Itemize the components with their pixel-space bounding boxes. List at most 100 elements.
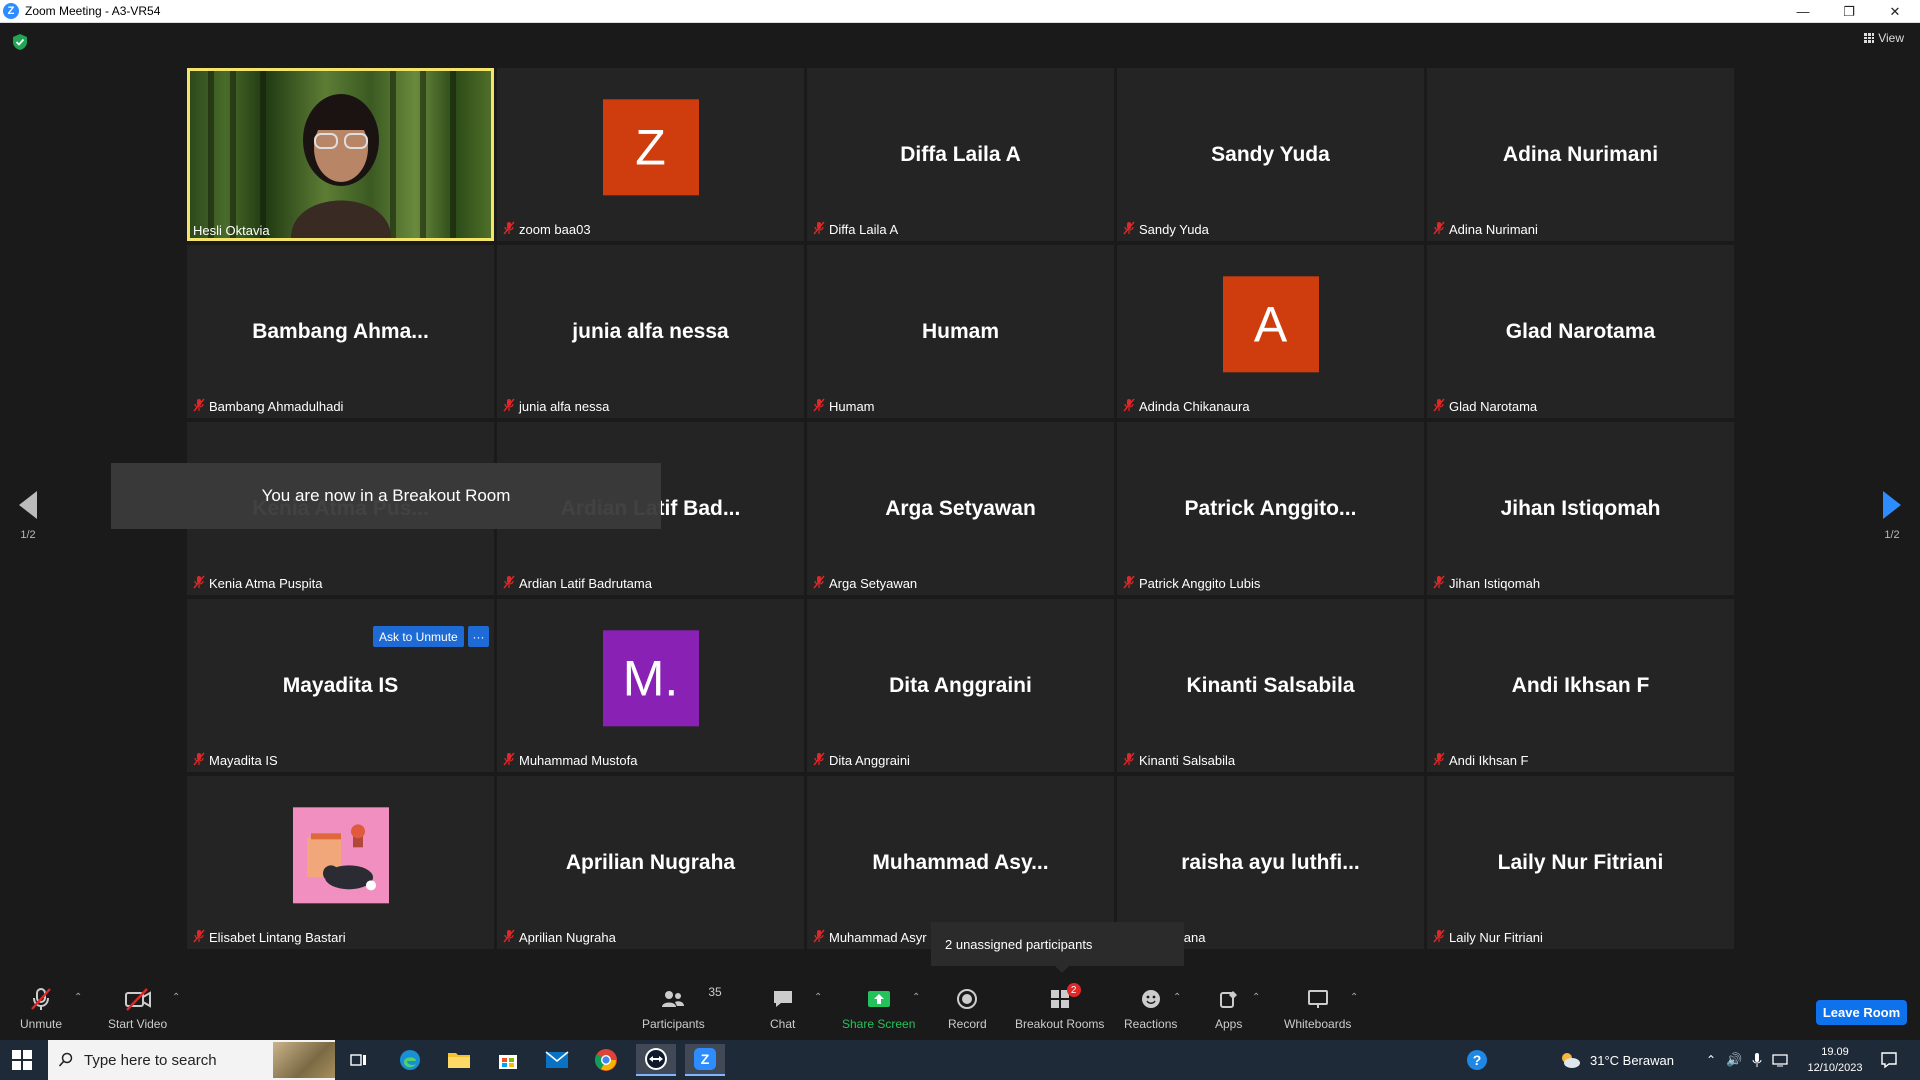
video-options-caret[interactable]: ⌃ [172,992,180,1003]
audio-options-caret[interactable]: ⌃ [74,992,82,1003]
weather-widget[interactable]: 31°C Berawan [1558,1040,1674,1080]
participant-name-label: Mayadita IS [193,752,278,769]
mic-muted-icon [503,221,515,238]
weather-cloud-icon [1562,1053,1580,1068]
reactions-button[interactable]: Reactions [1124,986,1177,1031]
page-indicator-right: 1/2 [1884,529,1900,541]
participant-tile[interactable]: Bambang Ahma... Bambang Ahmadulhadi [187,245,494,418]
participant-name-text: Adinda Chikanaura [1139,399,1250,414]
participant-display-name: Patrick Anggito... [1184,496,1357,520]
close-button[interactable]: ✕ [1872,0,1918,23]
edge-browser-icon[interactable] [390,1044,430,1076]
share-options-caret[interactable]: ⌃ [912,992,920,1003]
share-screen-button[interactable]: Share Screen [842,986,915,1031]
participant-tile[interactable]: Arga Setyawan Arga Setyawan [807,422,1114,595]
clock-date: 12/10/2023 [1807,1062,1863,1074]
participant-tile[interactable]: junia alfa nessa junia alfa nessa [497,245,804,418]
teamviewer-icon[interactable] [636,1044,676,1076]
task-view-icon[interactable] [339,1044,379,1076]
participant-tile[interactable]: Adina Nurimani Adina Nurimani [1427,68,1734,241]
chrome-icon[interactable] [586,1044,626,1076]
participant-tile[interactable]: A Adinda Chikanaura [1117,245,1424,418]
participant-tile[interactable]: Humam Humam [807,245,1114,418]
participant-display-name: Muhammad Asy... [872,850,1049,874]
participant-tile[interactable]: Elisabet Lintang Bastari [187,776,494,949]
taskbar-search-box[interactable]: Type here to search [48,1040,335,1080]
participant-tile[interactable]: Hesli Oktavia [187,68,494,241]
more-options-button[interactable]: ··· [468,626,489,647]
participant-tile[interactable]: Glad Narotama Glad Narotama [1427,245,1734,418]
participant-name-label: Sandy Yuda [1123,221,1209,238]
notifications-icon[interactable] [1880,1040,1898,1080]
mic-muted-icon [1433,221,1445,238]
minimize-button[interactable]: — [1780,0,1826,23]
leave-room-button[interactable]: Leave Room [1816,1000,1907,1025]
participant-display-name: Jihan Istiqomah [1500,496,1661,520]
ask-to-unmute-button[interactable]: Ask to Unmute [373,626,464,647]
apps-label: Apps [1215,1017,1243,1031]
volume-icon[interactable]: 🔊 [1726,1052,1742,1068]
previous-page-button[interactable]: 1/2 [16,491,40,541]
participant-tile[interactable]: Laily Nur Fitriani Laily Nur Fitriani [1427,776,1734,949]
participant-name-label: Kenia Atma Puspita [193,575,322,592]
participant-tile[interactable]: Dita Anggraini Dita Anggraini [807,599,1114,772]
view-button[interactable]: View [1864,31,1904,45]
chat-options-caret[interactable]: ⌃ [814,992,822,1003]
apps-options-caret[interactable]: ⌃ [1252,992,1260,1003]
participant-tile[interactable]: Sandy Yuda Sandy Yuda [1117,68,1424,241]
participant-name-text: Humam [829,399,875,414]
next-page-button[interactable]: 1/2 [1878,491,1906,541]
mic-muted-icon [193,929,205,946]
participant-tile[interactable]: Diffa Laila A Diffa Laila A [807,68,1114,241]
network-icon[interactable] [1772,1053,1788,1067]
participants-button[interactable]: 35 Participants [642,985,722,1031]
microphone-icon[interactable] [1752,1052,1762,1068]
unmute-button[interactable]: Unmute [20,986,62,1031]
participant-video [190,71,491,238]
participant-name-label: Patrick Anggito Lubis [1123,575,1260,592]
taskbar-clock[interactable]: 19.09 12/10/2023 [1800,1044,1870,1076]
grid-icon [1864,33,1875,43]
security-shield-icon[interactable] [12,33,28,51]
mic-muted-icon [1123,575,1135,592]
microsoft-store-icon[interactable] [488,1044,528,1076]
mic-muted-icon [503,398,515,415]
participant-tile[interactable]: Patrick Anggito... Patrick Anggito Lubis [1117,422,1424,595]
participant-name-text: Ardian Latif Badrutama [519,576,652,591]
share-screen-label: Share Screen [842,1017,916,1031]
participant-tile[interactable]: Aprilian Nugraha Aprilian Nugraha [497,776,804,949]
participants-count: 35 [708,985,722,999]
participant-tile[interactable]: Andi Ikhsan F Andi Ikhsan F [1427,599,1734,772]
whiteboards-button[interactable]: Whiteboards [1284,986,1351,1031]
start-video-button[interactable]: Start Video [108,986,167,1031]
reactions-options-caret[interactable]: ⌃ [1173,992,1181,1003]
participant-name-text: Diffa Laila A [829,222,899,237]
participant-tile[interactable]: Kinanti Salsabila Kinanti Salsabila [1117,599,1424,772]
meeting-toolbar: Unmute ⌃ Start Video ⌃ 35 Participants C… [0,980,1920,1040]
file-explorer-icon[interactable] [439,1044,479,1076]
help-icon[interactable]: ? [1466,1040,1488,1080]
apps-button[interactable]: Apps [1215,986,1242,1031]
restore-button[interactable]: ❐ [1826,0,1872,23]
chat-button[interactable]: Chat [770,986,795,1031]
record-button[interactable]: Record [948,986,987,1031]
participant-name-text: Dita Anggraini [829,753,910,768]
search-placeholder: Type here to search [84,1051,217,1069]
record-label: Record [948,1017,987,1031]
participant-tile[interactable]: Mayadita IS Mayadita IS [187,599,494,772]
participant-tile[interactable]: Zzoom baa03 [497,68,804,241]
participant-display-name: Sandy Yuda [1211,142,1330,166]
breakout-rooms-label: Breakout Rooms [1015,1017,1105,1031]
participant-tile[interactable]: Jihan Istiqomah Jihan Istiqomah [1427,422,1734,595]
participant-name-text: junia alfa nessa [519,399,610,414]
participant-display-name: Dita Anggraini [889,673,1032,697]
mail-icon[interactable] [537,1044,577,1076]
breakout-rooms-button[interactable]: 2 Breakout Rooms [1015,983,1105,1031]
windows-start-icon[interactable] [12,1050,32,1070]
zoom-taskbar-icon[interactable]: Z [685,1044,725,1076]
unassigned-participants-tooltip[interactable]: 2 unassigned participants [931,922,1184,973]
chevron-up-icon[interactable]: ⌃ [1706,1053,1716,1067]
weather-text: 31°C Berawan [1590,1052,1674,1068]
whiteboards-options-caret[interactable]: ⌃ [1350,992,1358,1003]
participant-tile[interactable]: M. Muhammad Mustofa [497,599,804,772]
